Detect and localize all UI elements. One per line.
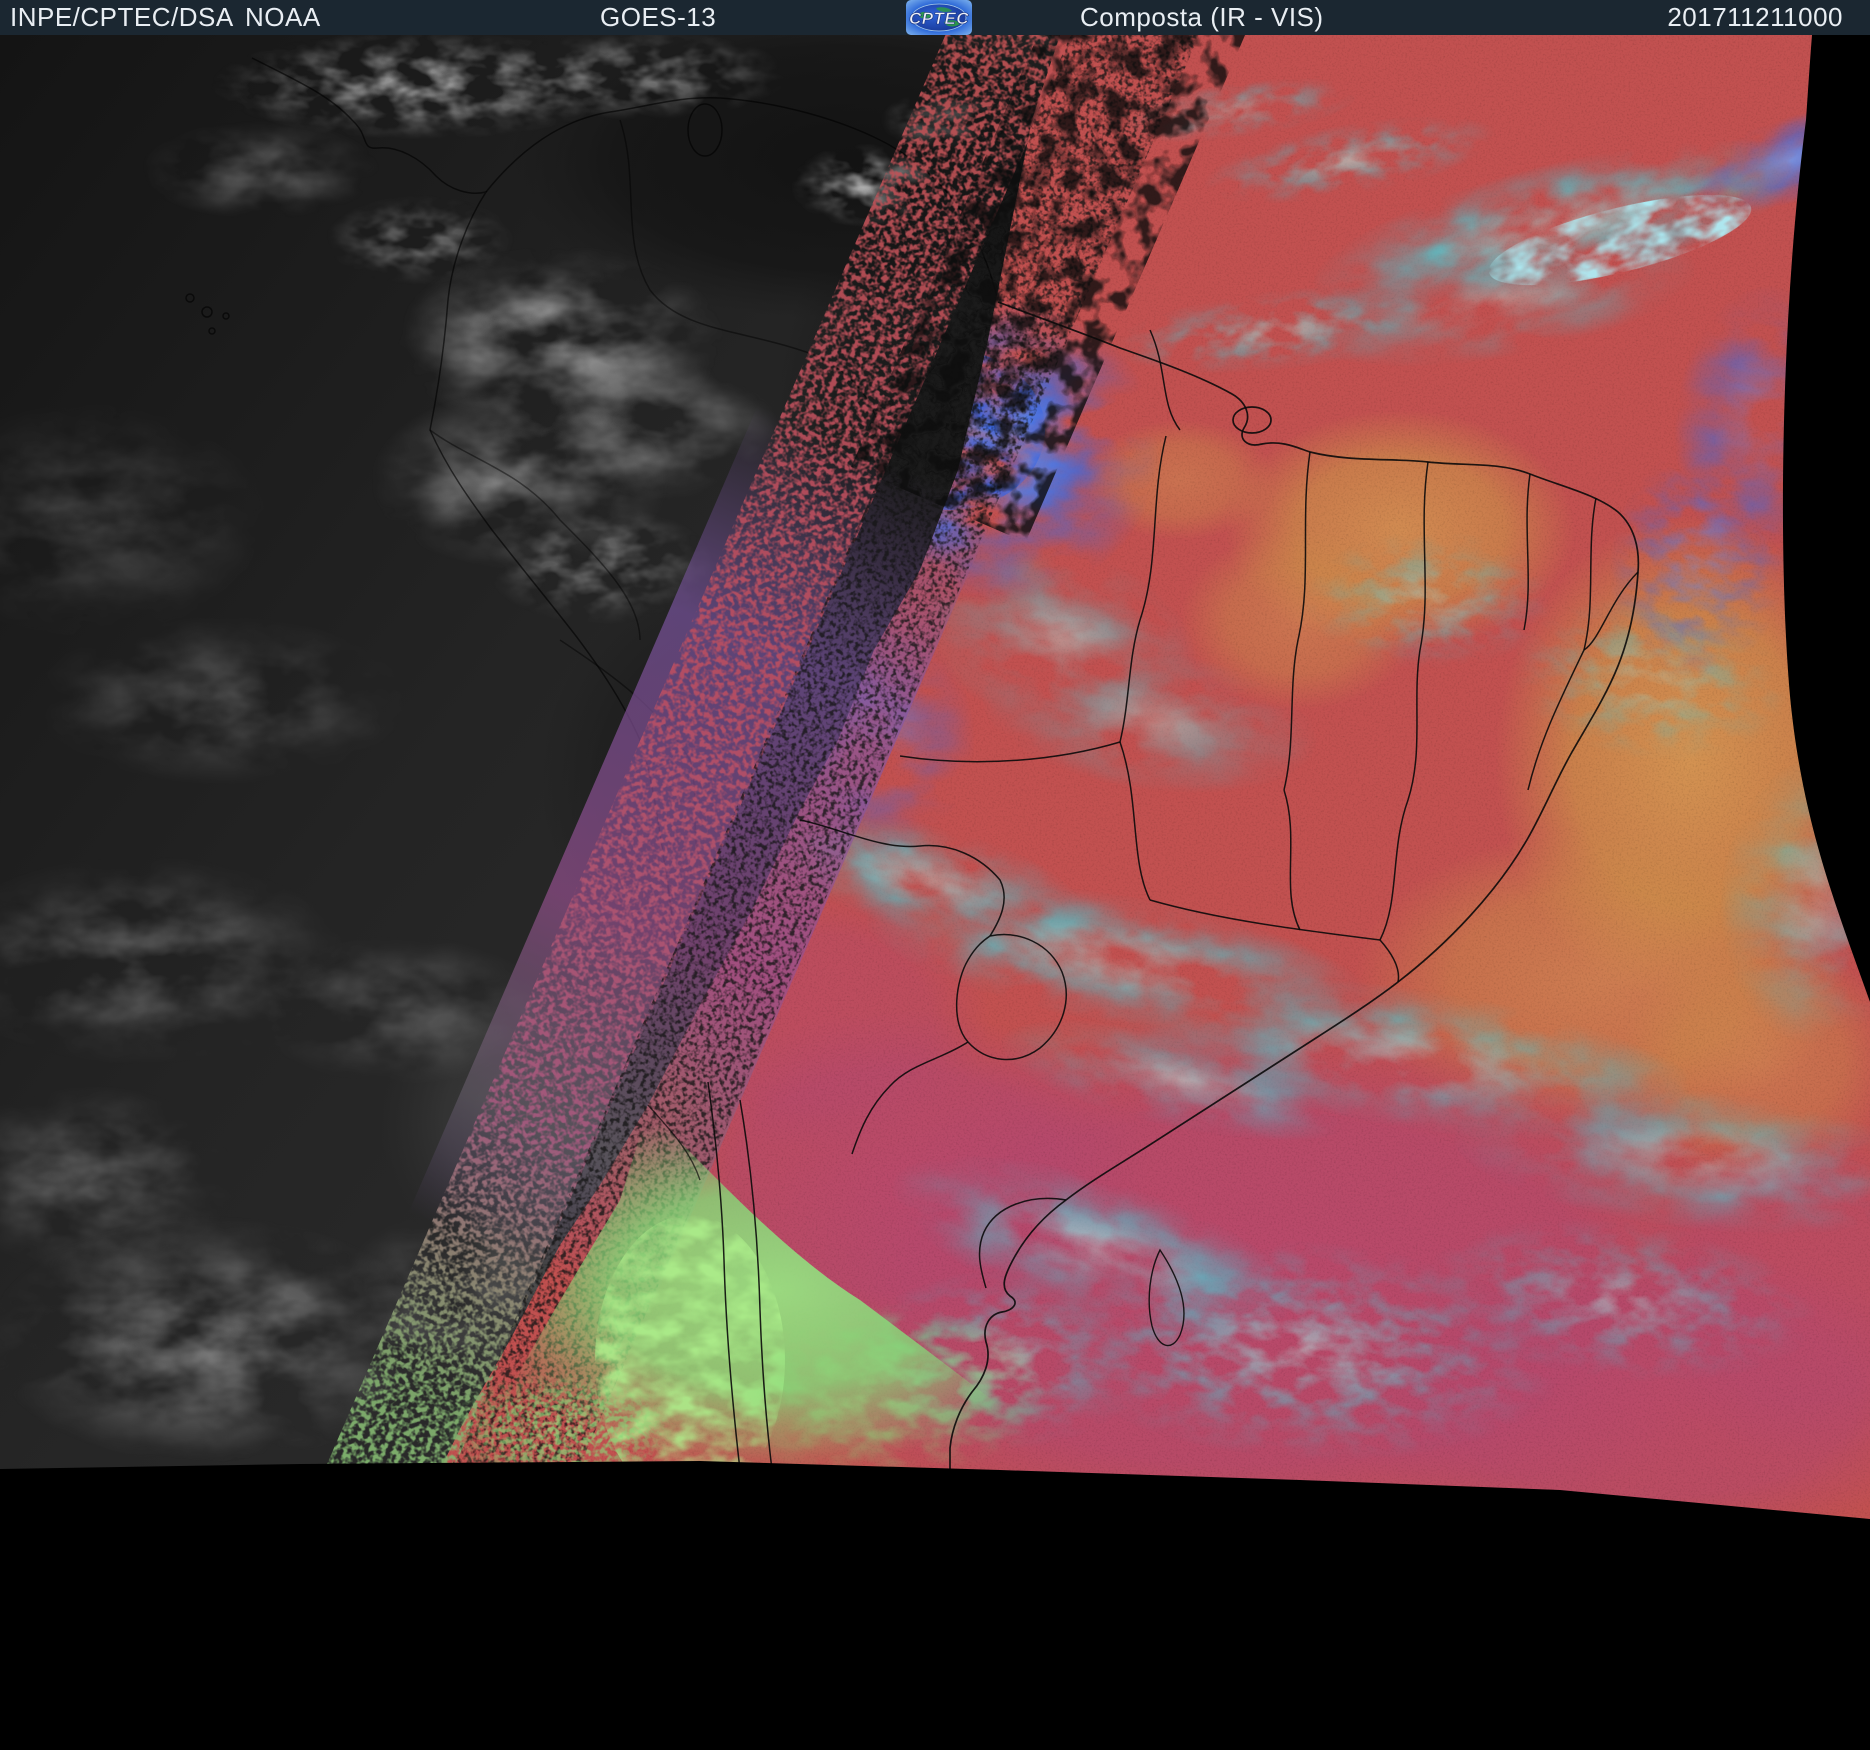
satellite-viewer: INPE/CPTEC/DSA NOAA GOES-13 CPTEC Compos… [0, 0, 1870, 1750]
agency-label: INPE/CPTEC/DSA [10, 2, 234, 32]
cptec-logo: CPTEC [906, 0, 972, 35]
space-mask-bottom [0, 1461, 1870, 1750]
logo-text: CPTEC [909, 9, 969, 28]
product-label: Composta (IR - VIS) [1080, 2, 1324, 32]
noaa-label: NOAA [245, 2, 321, 32]
satellite-composite-image [0, 0, 1870, 1750]
satellite-label: GOES-13 [600, 2, 717, 32]
timestamp-label: 201711211000 [1667, 2, 1843, 32]
header-bar: INPE/CPTEC/DSA NOAA GOES-13 CPTEC Compos… [0, 0, 1870, 35]
